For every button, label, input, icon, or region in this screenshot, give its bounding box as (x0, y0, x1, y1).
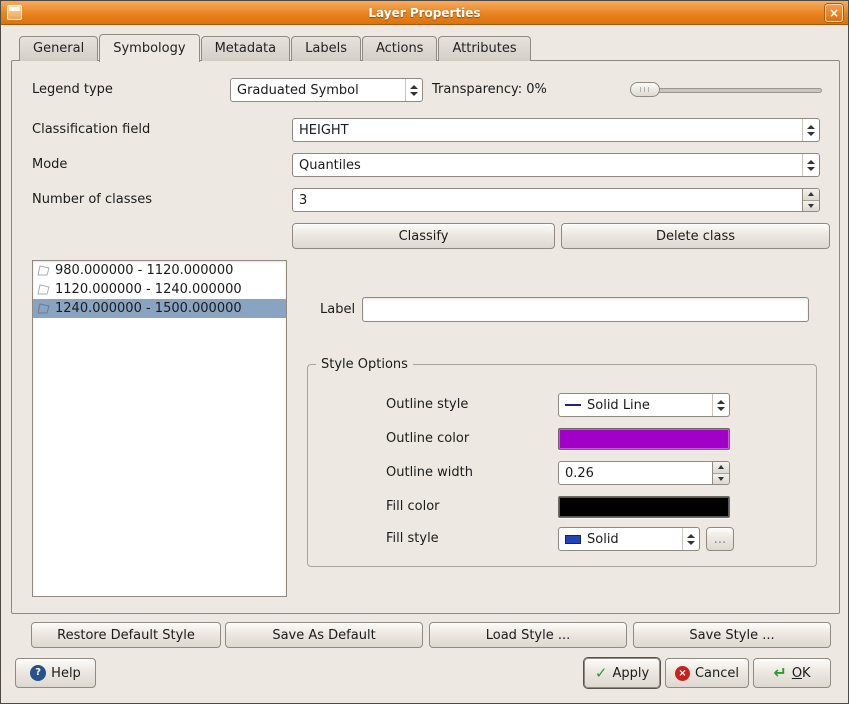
save-as-default-button[interactable]: Save As Default (225, 622, 423, 648)
fill-color-swatch[interactable] (558, 496, 730, 518)
solid-line-icon (565, 404, 581, 406)
load-style-button[interactable]: Load Style ... (429, 622, 627, 648)
solid-fill-icon (565, 535, 581, 544)
tab-general[interactable]: General (19, 36, 98, 61)
outline-style-label: Outline style (386, 393, 468, 417)
style-options-title: Style Options (316, 355, 413, 375)
title-bar[interactable]: Layer Properties × (1, 1, 848, 25)
slider-handle[interactable] (630, 82, 660, 97)
fill-style-more-button[interactable]: ... (706, 527, 734, 551)
list-item[interactable]: 980.000000 - 1120.000000 (33, 261, 286, 280)
help-button[interactable]: ? Help (15, 658, 96, 688)
tab-actions[interactable]: Actions (362, 36, 438, 61)
help-icon: ? (30, 665, 46, 681)
cancel-icon: × (675, 666, 690, 681)
apply-check-icon: ✓ (595, 666, 608, 681)
list-item[interactable]: 1120.000000 - 1240.000000 (33, 280, 286, 299)
fill-color-label: Fill color (386, 495, 440, 519)
restore-default-style-button[interactable]: Restore Default Style (31, 622, 221, 648)
layer-properties-dialog: Layer Properties × General Symbology Met… (0, 0, 849, 704)
style-options-group: Style Options Outline style Solid Line O… (307, 364, 817, 567)
apply-button[interactable]: ✓ Apply (584, 658, 660, 688)
ok-enter-icon: ↵ (773, 665, 786, 681)
symbol-preview-icon (36, 264, 52, 277)
legend-type-label: Legend type (32, 78, 113, 102)
save-style-button[interactable]: Save Style ... (633, 622, 831, 648)
classify-button[interactable]: Classify (292, 223, 555, 249)
symbol-preview-icon (36, 283, 52, 296)
label-input[interactable] (362, 297, 809, 322)
chevron-updown-icon (802, 154, 819, 176)
window-title: Layer Properties (1, 1, 848, 25)
spin-down-icon[interactable] (713, 474, 729, 485)
tab-metadata[interactable]: Metadata (201, 36, 291, 61)
spin-up-icon[interactable] (713, 462, 729, 474)
outline-style-select[interactable]: Solid Line (558, 393, 730, 417)
mode-select[interactable]: Quantiles (292, 153, 820, 177)
tab-bar: General Symbology Metadata Labels Action… (19, 33, 532, 61)
outline-color-swatch[interactable] (558, 428, 730, 450)
fill-style-select[interactable]: Solid (558, 527, 700, 551)
symbology-panel: Legend type Graduated Symbol Transparenc… (11, 60, 840, 614)
classification-field-label: Classification field (32, 118, 150, 142)
spin-up-icon[interactable] (803, 189, 819, 201)
tab-labels[interactable]: Labels (291, 36, 361, 61)
transparency-slider[interactable] (630, 78, 822, 102)
ok-button[interactable]: ↵ OK (753, 658, 831, 688)
tab-symbology[interactable]: Symbology (99, 34, 199, 62)
legend-type-select[interactable]: Graduated Symbol (230, 78, 423, 102)
chevron-updown-icon (712, 394, 729, 416)
class-ranges-list[interactable]: 980.000000 - 1120.000000 1120.000000 - 1… (32, 260, 287, 597)
classification-field-select[interactable]: HEIGHT (292, 118, 820, 142)
symbol-preview-icon (36, 302, 52, 315)
mode-label: Mode (32, 153, 67, 177)
number-of-classes-stepper[interactable]: 3 (292, 188, 820, 212)
fill-style-label: Fill style (386, 527, 439, 551)
label-field-label: Label (320, 298, 355, 322)
transparency-label: Transparency: 0% (432, 78, 547, 102)
spin-down-icon[interactable] (803, 201, 819, 212)
outline-width-stepper[interactable]: 0.26 (558, 461, 730, 485)
outline-width-label: Outline width (386, 461, 473, 485)
close-icon[interactable]: × (825, 4, 843, 22)
chevron-updown-icon (802, 119, 819, 141)
tab-attributes[interactable]: Attributes (438, 36, 530, 61)
chevron-updown-icon (405, 79, 422, 101)
chevron-updown-icon (682, 528, 699, 550)
cancel-button[interactable]: × Cancel (665, 658, 749, 688)
number-of-classes-label: Number of classes (32, 188, 152, 212)
list-item-selected[interactable]: 1240.000000 - 1500.000000 (33, 299, 286, 318)
delete-class-button[interactable]: Delete class (561, 223, 830, 249)
outline-color-label: Outline color (386, 427, 469, 451)
